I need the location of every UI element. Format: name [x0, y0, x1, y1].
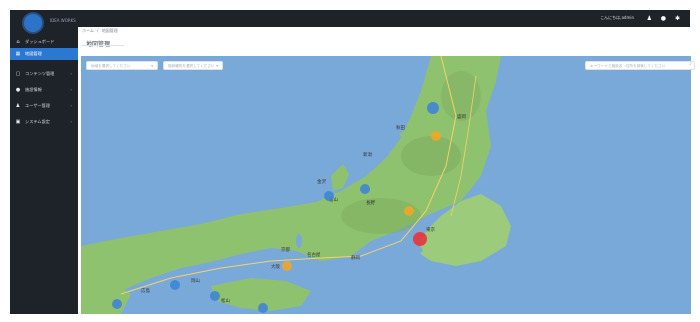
sidebar-item-label: コンテンツ管理	[25, 71, 55, 76]
marker-tohoku[interactable]	[427, 102, 439, 114]
location-icon: ●	[15, 87, 21, 93]
page-title: 地図管理	[86, 39, 110, 48]
marker-tokyo[interactable]	[413, 232, 427, 246]
chevron-down-icon: ▾	[151, 64, 153, 68]
sidebar-item-map[interactable]: ▦ 地図管理	[10, 48, 78, 60]
title-divider	[82, 45, 124, 46]
chevron-right-icon: ›	[70, 103, 72, 108]
marker-hiroshima[interactable]	[170, 280, 180, 290]
map-label: 新潟	[363, 151, 372, 158]
map-label: 岡山	[191, 277, 200, 284]
terrain-shade	[401, 136, 461, 176]
app-frame: IDEA WORKS ⌂ ダッシュボード ▦ 地図管理 ▢ コンテンツ管理 › …	[0, 0, 700, 322]
user-icon: ♟	[15, 103, 21, 109]
chevron-down-icon: ▾	[216, 64, 218, 68]
notification-icon[interactable]: ●	[661, 15, 666, 22]
sidebar-item-label: 地図管理	[25, 51, 42, 56]
map-label: 秋田	[396, 124, 405, 131]
search-input[interactable]	[585, 61, 695, 70]
breadcrumb: ホーム / 地図管理	[82, 28, 118, 34]
map-label: 松山	[221, 297, 230, 304]
sidebar-item-label: 施設情報	[25, 87, 42, 92]
chevron-right-icon: ›	[70, 119, 72, 124]
user-greeting[interactable]: こんにちは,admin	[600, 15, 634, 21]
marker-okayama[interactable]	[210, 291, 220, 301]
user-icon[interactable]: ♟	[647, 15, 652, 22]
marker-kanto[interactable]	[404, 206, 414, 216]
marker-kanazawa[interactable]	[324, 191, 334, 201]
map-label: 静岡	[351, 254, 360, 261]
region-select-value: 地域を選択してください	[91, 64, 131, 68]
lake-biwa	[296, 234, 302, 248]
map-label: 名古屋	[307, 251, 321, 258]
sidebar-item-settings[interactable]: ▣ システム設定 ›	[10, 116, 78, 128]
breadcrumb-separator: /	[97, 28, 99, 33]
marker-nagoya[interactable]	[282, 261, 292, 271]
marker-niigata[interactable]	[360, 184, 370, 194]
map-view[interactable]: 秋田 盛岡 新潟 金沢 富山 長野 東京 名古屋 大阪 京都 静岡 広島 岡山 …	[81, 56, 691, 314]
search-icon[interactable]: ⌕	[689, 61, 692, 67]
settings-icon[interactable]: ✱	[675, 15, 680, 22]
logo-text: IDEA WORKS	[50, 18, 76, 23]
sidebar-item-label: ユーザー管理	[25, 103, 51, 108]
map-label: 長野	[366, 199, 375, 206]
map-label: 金沢	[317, 178, 326, 185]
marker-fukuoka[interactable]	[112, 299, 122, 309]
map-label: 東京	[426, 226, 435, 233]
region-select[interactable]: 地域を選択してください ▾	[86, 61, 158, 70]
breadcrumb-current: 地図管理	[101, 28, 118, 33]
sidebar: IDEA WORKS ⌂ ダッシュボード ▦ 地図管理 ▢ コンテンツ管理 › …	[10, 10, 78, 314]
sidebar-item-content[interactable]: ▢ コンテンツ管理 ›	[10, 68, 78, 80]
marker-sendai[interactable]	[431, 131, 441, 141]
sidebar-item-facility[interactable]: ● 施設情報 ›	[10, 84, 78, 96]
map-label: 広島	[141, 287, 150, 294]
sidebar-item-dashboard[interactable]: ⌂ ダッシュボード	[10, 36, 78, 48]
content-icon: ▢	[15, 71, 21, 77]
map-canvas[interactable]: 秋田 盛岡 新潟 金沢 富山 長野 東京 名古屋 大阪 京都 静岡 広島 岡山 …	[81, 56, 691, 314]
top-bar: こんにちは,admin ♟ ● ✱	[78, 10, 690, 27]
sidebar-item-label: システム設定	[25, 119, 50, 124]
facility-type-select[interactable]: 施設種別を選択してください ▾	[163, 61, 223, 70]
marker-shikoku[interactable]	[258, 303, 268, 313]
map-label: 京都	[281, 246, 290, 253]
home-icon: ⌂	[16, 39, 20, 45]
chevron-right-icon: ›	[70, 87, 72, 92]
sidebar-item-label: ダッシュボード	[25, 39, 55, 44]
settings-icon: ▣	[15, 119, 21, 125]
app-logo[interactable]	[24, 14, 42, 32]
breadcrumb-home[interactable]: ホーム	[82, 28, 94, 33]
facility-type-select-value: 施設種別を選択してください	[168, 64, 215, 68]
chevron-right-icon: ›	[70, 71, 72, 76]
map-label: 大阪	[271, 263, 280, 270]
map-label: 盛岡	[457, 113, 466, 120]
sidebar-item-users[interactable]: ♟ ユーザー管理 ›	[10, 100, 78, 112]
map-icon: ▦	[15, 51, 21, 57]
